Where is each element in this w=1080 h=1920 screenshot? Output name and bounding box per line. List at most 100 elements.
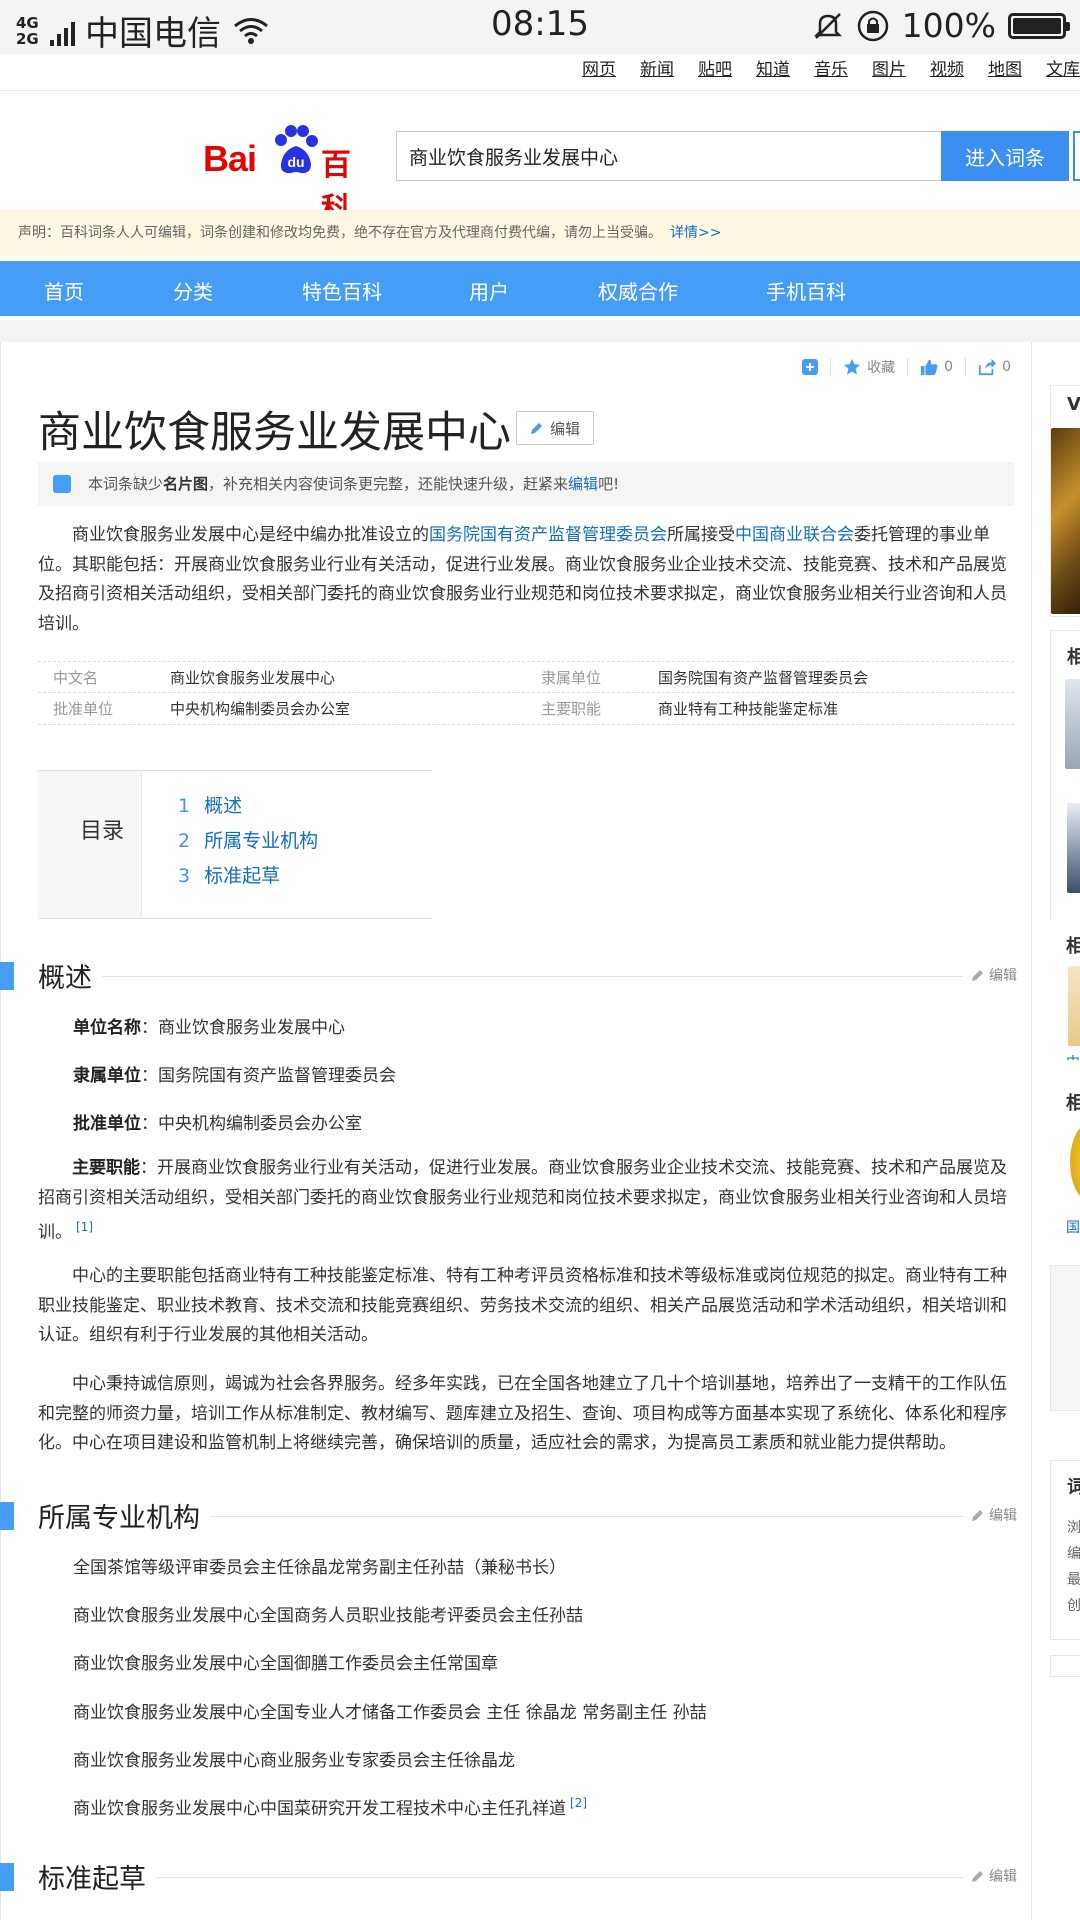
nav-featured[interactable]: 特色百科 bbox=[302, 276, 382, 305]
sidebar-related-card: 相 国 bbox=[1050, 1085, 1080, 1245]
reference-link[interactable]: [2] bbox=[570, 1796, 587, 1810]
rotation-lock-icon bbox=[857, 10, 888, 41]
notice-details-link[interactable]: 详情>> bbox=[670, 225, 721, 241]
pencil-icon bbox=[972, 1510, 983, 1521]
section-marker bbox=[0, 1863, 14, 1891]
edit-tip-icon bbox=[53, 475, 71, 493]
list-item: 商业饮食服务业发展中心商业服务业专家委员会主任徐晶龙 bbox=[73, 1751, 515, 1771]
like-button[interactable]: 0 bbox=[907, 358, 965, 376]
summary-paragraph: 商业饮食服务业发展中心是经中编办批准设立的国务院国有资产监督管理委员会所属接受中… bbox=[38, 525, 1007, 634]
info-row: 中文名 商业饮食服务业发展中心 隶属单位 国务院国有资产监督管理委员会 bbox=[38, 661, 1014, 693]
info-row: 批准单位 中央机构编制委员会办公室 主要职能 商业特有工种技能鉴定标准 bbox=[38, 693, 1014, 725]
top-link-map[interactable]: 地图 bbox=[988, 56, 1022, 92]
field-duties: 主要职能：开展商业饮食服务业行业有关活动，促进行业发展。商业饮食服务业企业技术交… bbox=[38, 1158, 1007, 1243]
search-box[interactable] bbox=[396, 131, 942, 181]
edit-entry-button[interactable]: 编辑 bbox=[516, 411, 594, 445]
top-links: 网页 新闻 贴吧 知道 音乐 图片 视频 地图 文库 bbox=[558, 56, 1080, 92]
section-edit-button[interactable]: 编辑 bbox=[963, 1505, 1017, 1525]
link-cgcc[interactable]: 中国商业联合会 bbox=[735, 525, 854, 545]
sidebar-related-card: 相 bbox=[1050, 630, 1080, 928]
main-nav: 首页 分类 特色百科 用户 权威合作 手机百科 bbox=[0, 261, 1080, 316]
status-bar: 4G 2G 中国电信 08:15 100% bbox=[0, 0, 1080, 54]
tip-edit-link[interactable]: 编辑 bbox=[568, 475, 598, 493]
section-marker bbox=[0, 962, 14, 990]
article-tools: 收藏 0 0 bbox=[790, 358, 1023, 376]
sidebar-promo-card[interactable] bbox=[1050, 1265, 1080, 1411]
list-item: 商业饮食服务业发展中心全国御膳工作委员会主任常国章 bbox=[73, 1654, 498, 1674]
divider bbox=[0, 90, 1080, 91]
top-link-music[interactable]: 音乐 bbox=[814, 56, 848, 92]
section-header-overview: 概述 编辑 bbox=[0, 956, 1031, 995]
related-image[interactable] bbox=[1070, 1123, 1080, 1201]
section-divider bbox=[38, 1877, 971, 1878]
related-image[interactable] bbox=[1067, 803, 1080, 893]
pencil-icon bbox=[972, 970, 983, 981]
divider-band bbox=[0, 320, 1080, 342]
nav-partners[interactable]: 权威合作 bbox=[598, 276, 678, 305]
mute-bell-icon bbox=[813, 12, 842, 39]
add-button[interactable] bbox=[790, 358, 830, 376]
battery-percent: 100% bbox=[901, 6, 996, 45]
section-divider bbox=[38, 976, 971, 977]
nav-home[interactable]: 首页 bbox=[44, 276, 84, 305]
overview-paragraph: 中心的主要职能包括商业特有工种技能鉴定标准、特有工种考评员资格标准和技术等级标准… bbox=[38, 1266, 1007, 1345]
nav-users[interactable]: 用户 bbox=[469, 276, 509, 305]
table-of-contents: 目录 1 概述 2 所属专业机构 3 标准起草 bbox=[38, 770, 432, 919]
svg-text:du: du bbox=[287, 154, 304, 170]
reference-link[interactable]: [1] bbox=[76, 1220, 93, 1234]
star-icon bbox=[844, 358, 861, 375]
list-item: 商业饮食服务业发展中心全国商务人员职业技能考评委员会主任孙喆 bbox=[73, 1606, 583, 1626]
top-link-news[interactable]: 新闻 bbox=[640, 56, 674, 92]
toc-label: 目录 bbox=[38, 771, 142, 918]
favorite-button[interactable]: 收藏 bbox=[830, 358, 907, 376]
top-link-tieba[interactable]: 贴吧 bbox=[698, 56, 732, 92]
field-affiliation: 隶属单位：国务院国有资产监督管理委员会 bbox=[73, 1066, 396, 1086]
nav-mobile[interactable]: 手机百科 bbox=[766, 276, 846, 305]
section-marker bbox=[0, 1502, 14, 1530]
list-item: 商业饮食服务业发展中心中国菜研究开发工程技术中心主任孔祥道 [2] bbox=[73, 1796, 587, 1819]
search-input[interactable] bbox=[397, 132, 942, 180]
top-link-zhidao[interactable]: 知道 bbox=[756, 56, 790, 92]
section-edit-button[interactable]: 编辑 bbox=[963, 1866, 1017, 1886]
notice-text: 声明：百科词条人人可编辑，词条创建和修改均免费，绝不存在官方及代理商付费代编，请… bbox=[18, 225, 662, 241]
sidebar-related-card: 相 中 bbox=[1050, 920, 1080, 1060]
section-header-standards: 标准起草 编辑 bbox=[0, 1857, 1031, 1896]
sidebar-stub bbox=[1050, 1655, 1080, 1677]
related-image[interactable] bbox=[1068, 966, 1080, 1046]
section-edit-button[interactable]: 编辑 bbox=[963, 965, 1017, 985]
section-header-orgs: 所属专业机构 编辑 bbox=[0, 1496, 1031, 1535]
create-entry-button[interactable] bbox=[1073, 131, 1080, 181]
list-item: 全国茶馆等级评审委员会主任徐晶龙常务副主任孙喆（兼秘书长） bbox=[73, 1558, 566, 1578]
toc-item-orgs[interactable]: 2 所属专业机构 bbox=[178, 826, 318, 853]
enter-entry-button[interactable]: 进入词条 bbox=[941, 131, 1069, 181]
top-link-video[interactable]: 视频 bbox=[930, 56, 964, 92]
sidebar-stats-card: 词 浏 编 最 创 bbox=[1050, 1460, 1080, 1640]
notice-bar: 声明：百科词条人人可编辑，词条创建和修改均免费，绝不存在官方及代理商付费代编，请… bbox=[0, 210, 1080, 256]
share-button[interactable]: 0 bbox=[965, 358, 1023, 376]
article-card: 收藏 0 0 商业饮食服务业发展中心 编辑 本词条缺少名片图，补充相关内容使词条… bbox=[0, 342, 1032, 1920]
infobox: 中文名 商业饮食服务业发展中心 隶属单位 国务院国有资产监督管理委员会 批准单位… bbox=[38, 661, 1014, 725]
page-title: 商业饮食服务业发展中心 bbox=[38, 408, 511, 458]
video-thumbnail[interactable] bbox=[1051, 428, 1080, 614]
top-link-wenku[interactable]: 文库 bbox=[1046, 56, 1080, 92]
battery-icon bbox=[1008, 12, 1070, 39]
pencil-icon bbox=[530, 423, 542, 434]
missing-image-tip: 本词条缺少名片图，补充相关内容使词条更完整，还能快速升级，赶紧来编辑吧! bbox=[38, 462, 1014, 506]
link-sasac[interactable]: 国务院国有资产监督管理委员会 bbox=[429, 525, 667, 545]
overview-paragraph: 中心秉持诚信原则，竭诚为社会各界服务。经多年实践，已在全国各地建立了几十个培训基… bbox=[38, 1374, 1007, 1453]
top-link-images[interactable]: 图片 bbox=[872, 56, 906, 92]
share-icon bbox=[978, 358, 997, 376]
related-image[interactable] bbox=[1065, 679, 1080, 769]
top-link-web[interactable]: 网页 bbox=[582, 56, 616, 92]
field-approval: 批准单位：中央机构编制委员会办公室 bbox=[73, 1114, 362, 1134]
baidu-baike-logo[interactable]: Bai du 百科 bbox=[203, 122, 375, 227]
nav-category[interactable]: 分类 bbox=[173, 276, 213, 305]
toc-item-overview[interactable]: 1 概述 bbox=[178, 791, 242, 818]
paw-icon: du bbox=[275, 125, 318, 174]
field-unit-name: 单位名称：商业饮食服务业发展中心 bbox=[73, 1018, 345, 1038]
list-item: 商业饮食服务业发展中心全国专业人才储备工作委员会 主任 徐晶龙 常务副主任 孙喆 bbox=[73, 1703, 707, 1723]
thumbs-up-icon bbox=[921, 359, 938, 376]
pencil-icon bbox=[972, 1871, 983, 1882]
sidebar-video-card[interactable]: V bbox=[1050, 385, 1080, 617]
toc-item-standards[interactable]: 3 标准起草 bbox=[178, 861, 280, 888]
